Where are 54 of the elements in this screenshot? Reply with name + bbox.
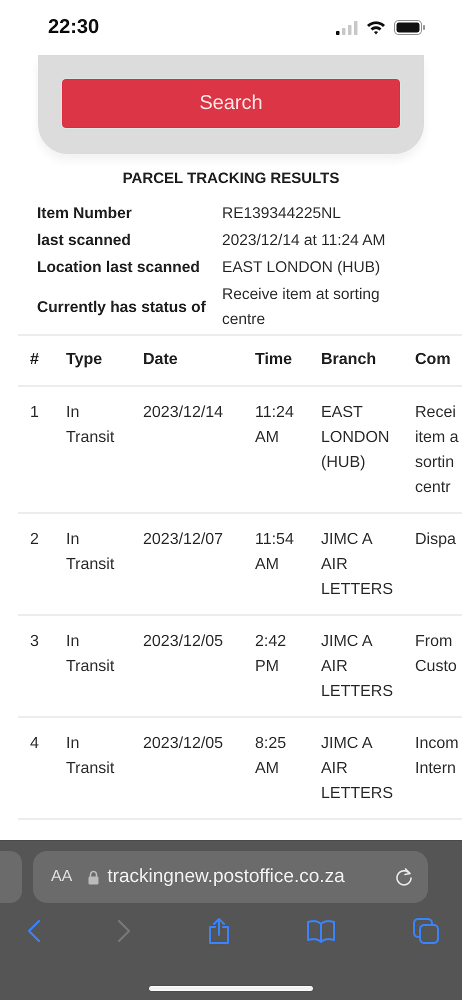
table-cell-text: EAST LONDON (HUB): [321, 403, 390, 473]
lock-icon: [88, 870, 100, 884]
table-cell-text: 4: [30, 734, 39, 754]
table-cell-text: 11:54 AM: [255, 530, 295, 575]
column-header: Time: [255, 351, 292, 368]
detail-label: Currently has status of: [37, 298, 207, 318]
column-header: Branch: [321, 351, 376, 368]
detail-value: EAST LONDON (HUB): [222, 258, 382, 278]
table-cell-text: In Transit: [66, 632, 116, 677]
detail-label: last scanned: [37, 231, 132, 251]
wifi-icon: [366, 20, 386, 35]
detail-value: Receive item at sorting centre: [222, 285, 381, 330]
table-cell-text: 2023/12/05: [143, 632, 224, 652]
signal-icon: [336, 20, 358, 34]
column-header: Date: [143, 351, 178, 368]
table-cell-text: In Transit: [66, 734, 116, 779]
table-cell-text: 2:42 PM: [255, 632, 288, 677]
share-icon[interactable]: [206, 917, 230, 945]
table-cell-text: JIMC A AIR LETTERS: [321, 734, 394, 804]
table-cell-text: From Custo: [415, 632, 457, 677]
column-header: Type: [66, 351, 102, 368]
results-title: PARCEL TRACKING RESULTS: [122, 170, 340, 187]
table-cell-text: 2023/12/05: [143, 734, 224, 754]
table-cell-text: JIMC A AIR LETTERS: [321, 632, 394, 702]
table-cell-text: 1: [30, 403, 39, 423]
detail-value: RE139344225NL: [222, 204, 342, 224]
detail-label: Location last scanned: [37, 258, 201, 278]
text-size-button[interactable]: AA: [51, 868, 72, 886]
table-cell-text: 8:25 AM: [255, 734, 288, 779]
column-header: Com: [415, 351, 451, 368]
table-cell-text: 2023/12/14: [143, 403, 224, 423]
forward-icon[interactable]: [116, 919, 131, 943]
table-cell-text: 3: [30, 632, 39, 652]
detail-value: 2023/12/14 at 11:24 AM: [222, 231, 386, 251]
back-icon[interactable]: [27, 919, 41, 943]
table-cell-text: Dispa: [415, 530, 456, 550]
battery-icon: [394, 20, 426, 35]
reload-icon[interactable]: [394, 867, 414, 887]
status-time: 22:30: [48, 16, 100, 39]
table-cell-text: 2: [30, 530, 39, 550]
table-cell-text: 2023/12/07: [143, 530, 224, 550]
book-icon[interactable]: [306, 919, 336, 943]
table-cell-text: Recei item a sortin centr: [415, 403, 459, 498]
column-header: #: [30, 351, 39, 368]
search-button[interactable]: Search: [62, 79, 400, 128]
table-cell-text: 11:24 AM: [255, 403, 295, 448]
detail-label: Item Number: [37, 204, 133, 224]
url-text: trackingnew.postoffice.co.za: [107, 866, 346, 888]
table-cell-text: JIMC A AIR LETTERS: [321, 530, 394, 600]
address-bar[interactable]: AA trackingnew.postoffice.co.za: [33, 851, 428, 903]
table-cell-text: In Transit: [66, 530, 116, 575]
tabs-icon[interactable]: [412, 917, 440, 945]
table-cell-text: In Transit: [66, 403, 116, 448]
table-cell-text: Incom Intern: [415, 734, 459, 779]
